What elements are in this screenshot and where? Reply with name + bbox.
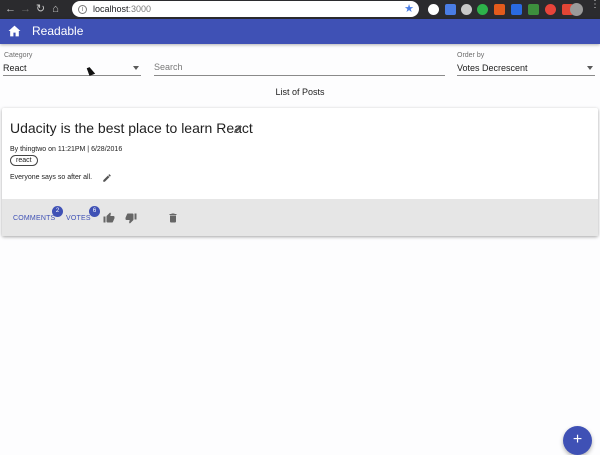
order-by-label: Order by bbox=[457, 52, 485, 59]
post-byline: By thingtwo on 11:21PM | 6/28/2016 bbox=[10, 146, 123, 153]
browser-menu-icon[interactable]: ⋮ bbox=[590, 0, 600, 10]
post-card: Udacity is the best place to learn React… bbox=[2, 108, 598, 236]
edit-title-icon[interactable] bbox=[233, 124, 243, 134]
edit-body-icon[interactable] bbox=[102, 173, 112, 183]
reload-icon[interactable]: ↻ bbox=[33, 0, 48, 19]
profile-avatar[interactable] bbox=[570, 3, 583, 16]
delete-icon[interactable] bbox=[167, 212, 179, 224]
extension-6-icon[interactable] bbox=[511, 4, 522, 15]
tag-chip[interactable]: react bbox=[10, 155, 38, 166]
browser-home-icon[interactable]: ⌂ bbox=[48, 0, 63, 19]
votes-count-badge: 6 bbox=[89, 206, 100, 217]
url-host: localhost bbox=[93, 4, 129, 14]
thumb-up-icon[interactable] bbox=[103, 212, 115, 224]
category-dropdown-icon bbox=[133, 66, 139, 70]
comments-button[interactable]: COMMENTS bbox=[13, 215, 55, 222]
search-input[interactable]: Search bbox=[154, 61, 445, 76]
extension-1-icon[interactable] bbox=[428, 4, 439, 15]
post-title: Udacity is the best place to learn React bbox=[10, 120, 253, 136]
app-title: Readable bbox=[32, 24, 84, 38]
home-icon[interactable] bbox=[8, 25, 21, 37]
add-post-button[interactable]: + bbox=[563, 426, 592, 455]
app-bar: Readable bbox=[0, 19, 600, 44]
extension-3-icon[interactable] bbox=[461, 4, 472, 15]
extension-4-icon[interactable] bbox=[477, 4, 488, 15]
bookmark-star-icon[interactable]: ★ bbox=[404, 2, 414, 15]
extension-5-icon[interactable] bbox=[494, 4, 505, 15]
list-title: List of Posts bbox=[275, 87, 325, 97]
site-info-icon[interactable]: i bbox=[78, 4, 87, 14]
url-port: :3000 bbox=[128, 4, 152, 14]
thumb-down-icon[interactable] bbox=[125, 212, 137, 224]
order-by-dropdown-icon bbox=[587, 66, 593, 70]
back-icon[interactable]: ← bbox=[3, 0, 18, 19]
category-label: Category bbox=[4, 52, 33, 59]
browser-toolbar: ← → ↻ ⌂ i localhost:3000 ★ ⋮ bbox=[0, 0, 600, 19]
post-actions: COMMENTS 2 VOTES 6 bbox=[2, 199, 598, 236]
votes-button[interactable]: VOTES bbox=[66, 215, 91, 222]
extension-8-icon[interactable] bbox=[545, 4, 556, 15]
address-bar[interactable]: i localhost:3000 ★ bbox=[72, 1, 419, 17]
search-placeholder: Search bbox=[154, 62, 183, 72]
forward-icon[interactable]: → bbox=[18, 0, 33, 19]
extension-translate-icon[interactable] bbox=[445, 4, 456, 15]
post-body: Everyone says so after all. bbox=[10, 174, 93, 181]
category-select[interactable]: React bbox=[3, 62, 141, 76]
extension-7-icon[interactable] bbox=[528, 4, 539, 15]
comments-count-badge: 2 bbox=[52, 206, 63, 217]
url-text: localhost:3000 bbox=[93, 4, 151, 14]
order-by-value: Votes Decrescent bbox=[457, 63, 528, 73]
order-by-select[interactable]: Votes Decrescent bbox=[457, 62, 595, 76]
category-value: React bbox=[3, 63, 27, 73]
